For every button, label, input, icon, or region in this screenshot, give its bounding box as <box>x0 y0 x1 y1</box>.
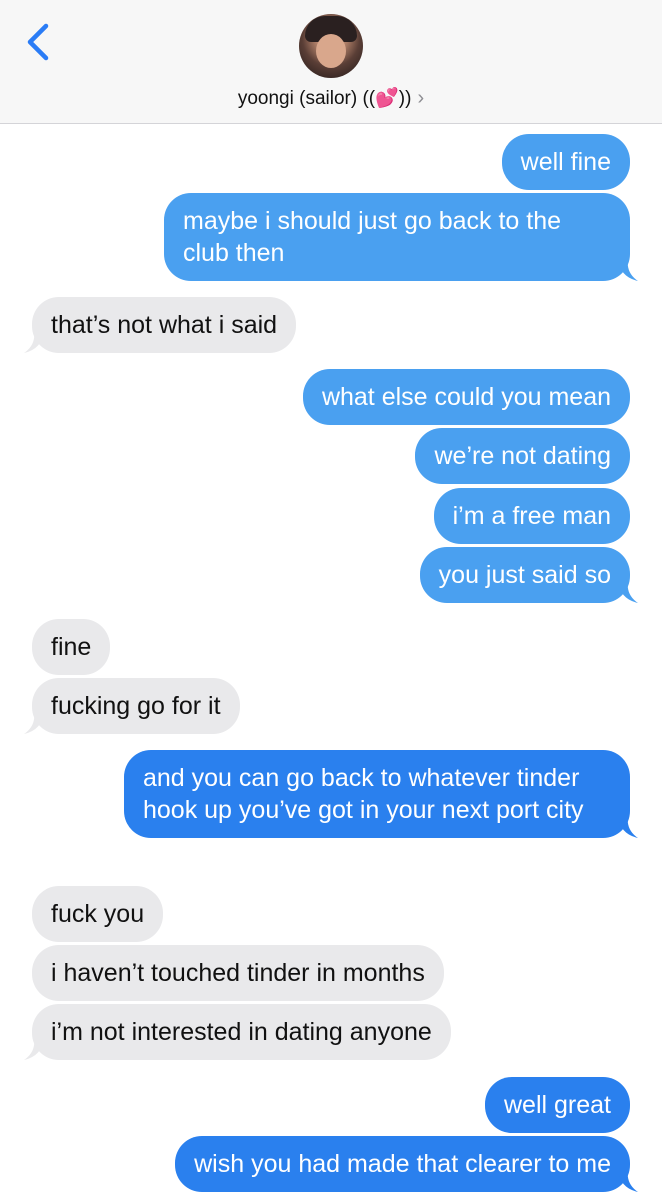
received-message[interactable]: i haven’t touched tinder in months <box>32 945 444 1001</box>
received-message[interactable]: fine <box>32 619 111 675</box>
bubble-tail-icon <box>24 331 44 353</box>
sent-message[interactable]: and you can go back to whatever tinder h… <box>124 750 638 838</box>
bubble-tail-icon <box>618 581 638 603</box>
received-message[interactable]: that’s not what i said <box>24 297 297 353</box>
message-text: and you can go back to whatever tinder h… <box>143 764 584 824</box>
message-text: i haven’t touched tinder in months <box>51 959 425 987</box>
chevron-right-icon: › <box>417 87 425 109</box>
sent-message[interactable]: what else could you mean <box>302 369 630 425</box>
sent-message[interactable]: well great <box>485 1077 630 1133</box>
received-message[interactable]: i’m not interested in dating anyone <box>24 1004 451 1060</box>
avatar[interactable] <box>299 14 363 78</box>
message-text: fine <box>51 633 92 661</box>
message-text: well great <box>504 1091 611 1119</box>
bubble-tail-icon <box>24 712 44 734</box>
back-chevron-icon[interactable] <box>22 22 56 62</box>
sent-message[interactable]: i’m a free man <box>433 488 630 544</box>
contact-name-button[interactable]: yoongi (sailor) ((💕)) › <box>0 86 662 110</box>
message-text: well fine <box>520 148 611 176</box>
avatar-face <box>316 34 346 68</box>
sent-message[interactable]: you just said so <box>419 547 638 603</box>
message-text: we’re not dating <box>434 442 611 470</box>
sent-message[interactable]: well fine <box>501 134 630 190</box>
bubble-tail-icon <box>24 1038 44 1060</box>
received-message[interactable]: fucking go for it <box>24 678 240 734</box>
message-text: i’m a free man <box>452 502 611 530</box>
bubble-tail-icon <box>618 816 638 838</box>
sent-message[interactable]: we’re not dating <box>415 428 630 484</box>
contact-name: yoongi (sailor) (( <box>237 88 376 109</box>
message-text: maybe i should just go back to the club … <box>183 207 562 267</box>
conversation-header: yoongi (sailor) ((💕)) › <box>0 0 662 124</box>
bubble-tail-icon <box>618 1170 638 1192</box>
bubble-tail-icon <box>618 259 638 281</box>
message-text: you just said so <box>438 561 611 589</box>
message-text: fucking go for it <box>51 692 221 720</box>
heart-icon: 💕 <box>375 88 399 109</box>
message-text: fuck you <box>51 900 145 928</box>
message-text: that’s not what i said <box>51 311 278 339</box>
message-text: what else could you mean <box>321 383 611 411</box>
received-message[interactable]: fuck you <box>32 886 164 942</box>
message-text: wish you had made that clearer to me <box>194 1150 611 1178</box>
sent-message[interactable]: wish you had made that clearer to me <box>175 1136 638 1192</box>
message-text: i’m not interested in dating anyone <box>51 1018 432 1046</box>
contact-name-suffix: )) <box>398 88 412 109</box>
sent-message[interactable]: maybe i should just go back to the club … <box>164 193 638 281</box>
